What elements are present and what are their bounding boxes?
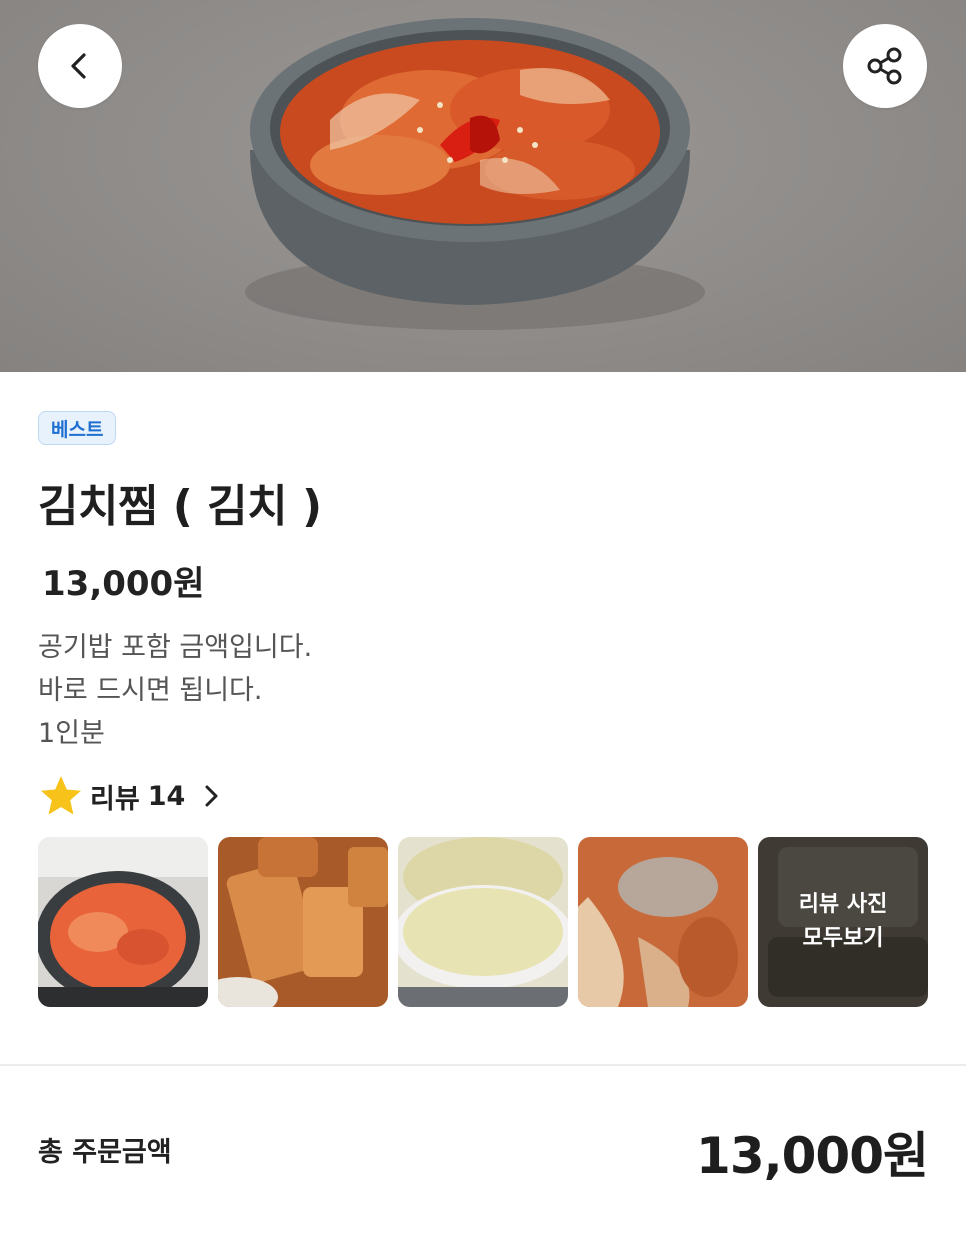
description-line: 바로 드시면 됩니다. [38,675,263,706]
review-count: 14 [147,780,186,812]
review-photo-more[interactable]: 리뷰 사진 모두보기 [758,837,928,1007]
view-all-photos-label: 리뷰 사진 [798,892,888,917]
review-photo[interactable] [578,837,748,1007]
view-all-photos-overlay: 리뷰 사진 모두보기 [758,837,928,1007]
chevron-left-icon [71,53,86,79]
review-photo-list: 리뷰 사진 모두보기 [38,837,930,1007]
share-button[interactable] [843,24,927,108]
product-description: 공기밥 포함 금액입니다. 바로 드시면 됩니다. 1인분 [38,626,312,755]
view-all-photos-label: 모두보기 [802,926,884,951]
total-order-label: 총 주문금액 [38,1137,172,1168]
kimchi-stew-photo [245,18,705,330]
back-button[interactable] [38,24,122,108]
review-link[interactable]: 리뷰 14 [38,773,225,819]
review-photo[interactable] [398,837,568,1007]
review-photo[interactable] [218,837,388,1007]
best-badge: 베스트 [38,411,117,445]
product-title: 김치찜 ( 김치 ) [38,481,322,532]
review-photo-image [38,837,208,1007]
product-hero-image [0,0,966,372]
product-price: 13,000원 [42,564,205,604]
total-order-price: 13,000원 [696,1127,929,1185]
description-line: 공기밥 포함 금액입니다. [38,632,313,663]
share-icon [867,47,902,85]
review-photo-image [578,837,748,1007]
review-photo-image [218,837,388,1007]
review-photo[interactable] [38,837,208,1007]
review-photo-image [398,837,568,1007]
star-icon [41,776,81,815]
section-divider [0,1064,966,1066]
description-line: 1인분 [38,718,105,749]
chevron-right-icon [205,785,218,807]
review-label: 리뷰 [90,783,140,815]
